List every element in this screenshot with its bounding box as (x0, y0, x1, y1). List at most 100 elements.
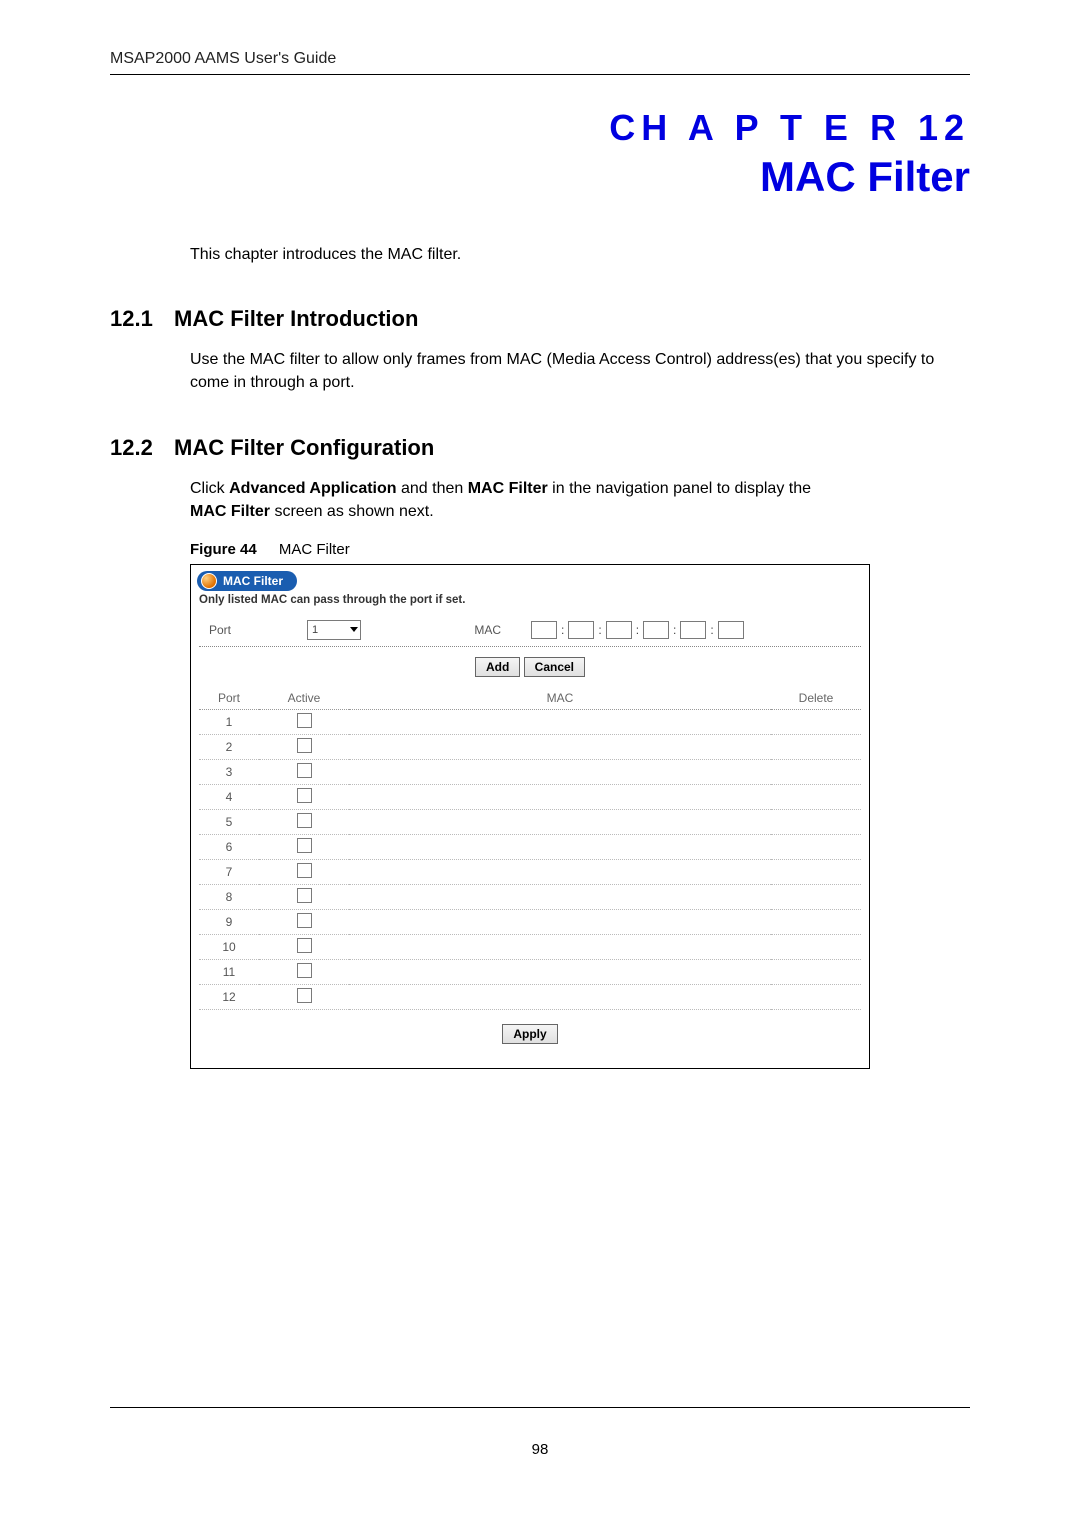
mac-label: MAC (441, 623, 501, 637)
cell-active (259, 909, 349, 934)
cell-port: 3 (199, 759, 259, 784)
figure-screenshot: MAC Filter Only listed MAC can pass thro… (190, 564, 870, 1069)
panel-title: MAC Filter (223, 574, 283, 588)
cell-mac (349, 959, 771, 984)
cell-active (259, 934, 349, 959)
active-checkbox[interactable] (297, 788, 312, 803)
cell-port: 7 (199, 859, 259, 884)
cell-active (259, 959, 349, 984)
active-checkbox[interactable] (297, 863, 312, 878)
section-12-1-heading: 12.1 MAC Filter Introduction (110, 306, 970, 332)
port-select-value: 1 (312, 624, 318, 636)
text-bold: Advanced Application (229, 480, 396, 497)
panel-hint: Only listed MAC can pass through the por… (199, 594, 869, 606)
chapter-heading: CH A P T E R 12 MAC Filter (110, 107, 970, 201)
section-12-1-body: Use the MAC filter to allow only frames … (190, 348, 970, 394)
page-header: MSAP2000 AAMS User's Guide (110, 50, 970, 75)
cell-delete (771, 709, 861, 734)
cancel-button[interactable]: Cancel (524, 657, 585, 677)
table-row: 4 (199, 784, 861, 809)
active-checkbox[interactable] (297, 938, 312, 953)
cell-active (259, 859, 349, 884)
active-checkbox[interactable] (297, 888, 312, 903)
table-header-row: Port Active MAC Delete (199, 687, 861, 710)
table-row: 11 (199, 959, 861, 984)
port-select[interactable]: 1 (307, 620, 361, 640)
footer-rule (110, 1407, 970, 1408)
figure-title: MAC Filter (279, 541, 350, 558)
cell-delete (771, 834, 861, 859)
cell-port: 2 (199, 734, 259, 759)
mac-octet-4[interactable] (643, 621, 669, 639)
cell-port: 11 (199, 959, 259, 984)
section-title: MAC Filter Configuration (174, 435, 434, 461)
active-checkbox[interactable] (297, 963, 312, 978)
cell-delete (771, 984, 861, 1009)
page-number: 98 (0, 1441, 1080, 1458)
col-active: Active (259, 687, 349, 710)
active-checkbox[interactable] (297, 813, 312, 828)
apply-button[interactable]: Apply (502, 1024, 557, 1044)
table-row: 9 (199, 909, 861, 934)
cell-mac (349, 709, 771, 734)
cell-active (259, 984, 349, 1009)
active-checkbox[interactable] (297, 738, 312, 753)
text: and then (397, 480, 468, 497)
mac-octet-2[interactable] (568, 621, 594, 639)
table-row: 7 (199, 859, 861, 884)
mac-table: Port Active MAC Delete 123456789101112 (199, 687, 861, 1010)
cell-active (259, 709, 349, 734)
cell-delete (771, 759, 861, 784)
cell-active (259, 809, 349, 834)
active-checkbox[interactable] (297, 913, 312, 928)
mac-octet-3[interactable] (606, 621, 632, 639)
cell-active (259, 834, 349, 859)
panel-titlebar: MAC Filter (197, 571, 297, 591)
text-bold: MAC Filter (468, 480, 548, 497)
chapter-intro: This chapter introduces the MAC filter. (190, 243, 970, 266)
mac-octet-6[interactable] (718, 621, 744, 639)
section-12-2-body: Click Advanced Application and then MAC … (190, 477, 970, 523)
chevron-down-icon (350, 627, 358, 632)
cell-mac (349, 759, 771, 784)
cell-delete (771, 934, 861, 959)
mac-input-group: : : : : : (531, 621, 744, 639)
table-row: 5 (199, 809, 861, 834)
chapter-overline: CH A P T E R 12 (110, 107, 970, 149)
cell-port: 8 (199, 884, 259, 909)
figure-label: Figure 44 (190, 541, 257, 558)
cell-mac (349, 784, 771, 809)
text-bold: MAC Filter (190, 503, 270, 520)
cell-delete (771, 784, 861, 809)
cell-delete (771, 909, 861, 934)
text: screen as shown next. (270, 503, 434, 520)
table-row: 8 (199, 884, 861, 909)
add-button[interactable]: Add (475, 657, 520, 677)
active-checkbox[interactable] (297, 838, 312, 853)
figure-caption: Figure 44 MAC Filter (190, 541, 970, 558)
mac-octet-1[interactable] (531, 621, 557, 639)
cell-delete (771, 859, 861, 884)
bullet-icon (201, 573, 217, 589)
table-row: 2 (199, 734, 861, 759)
cell-delete (771, 809, 861, 834)
chapter-title: MAC Filter (110, 153, 970, 201)
section-title: MAC Filter Introduction (174, 306, 418, 332)
cell-port: 9 (199, 909, 259, 934)
active-checkbox[interactable] (297, 713, 312, 728)
table-row: 3 (199, 759, 861, 784)
cell-active (259, 784, 349, 809)
mac-octet-5[interactable] (680, 621, 706, 639)
table-row: 1 (199, 709, 861, 734)
button-row: Add Cancel (191, 657, 869, 677)
cell-mac (349, 809, 771, 834)
cell-active (259, 759, 349, 784)
table-row: 10 (199, 934, 861, 959)
active-checkbox[interactable] (297, 988, 312, 1003)
active-checkbox[interactable] (297, 763, 312, 778)
cell-active (259, 884, 349, 909)
table-row: 12 (199, 984, 861, 1009)
cell-port: 1 (199, 709, 259, 734)
cell-port: 4 (199, 784, 259, 809)
cell-mac (349, 884, 771, 909)
